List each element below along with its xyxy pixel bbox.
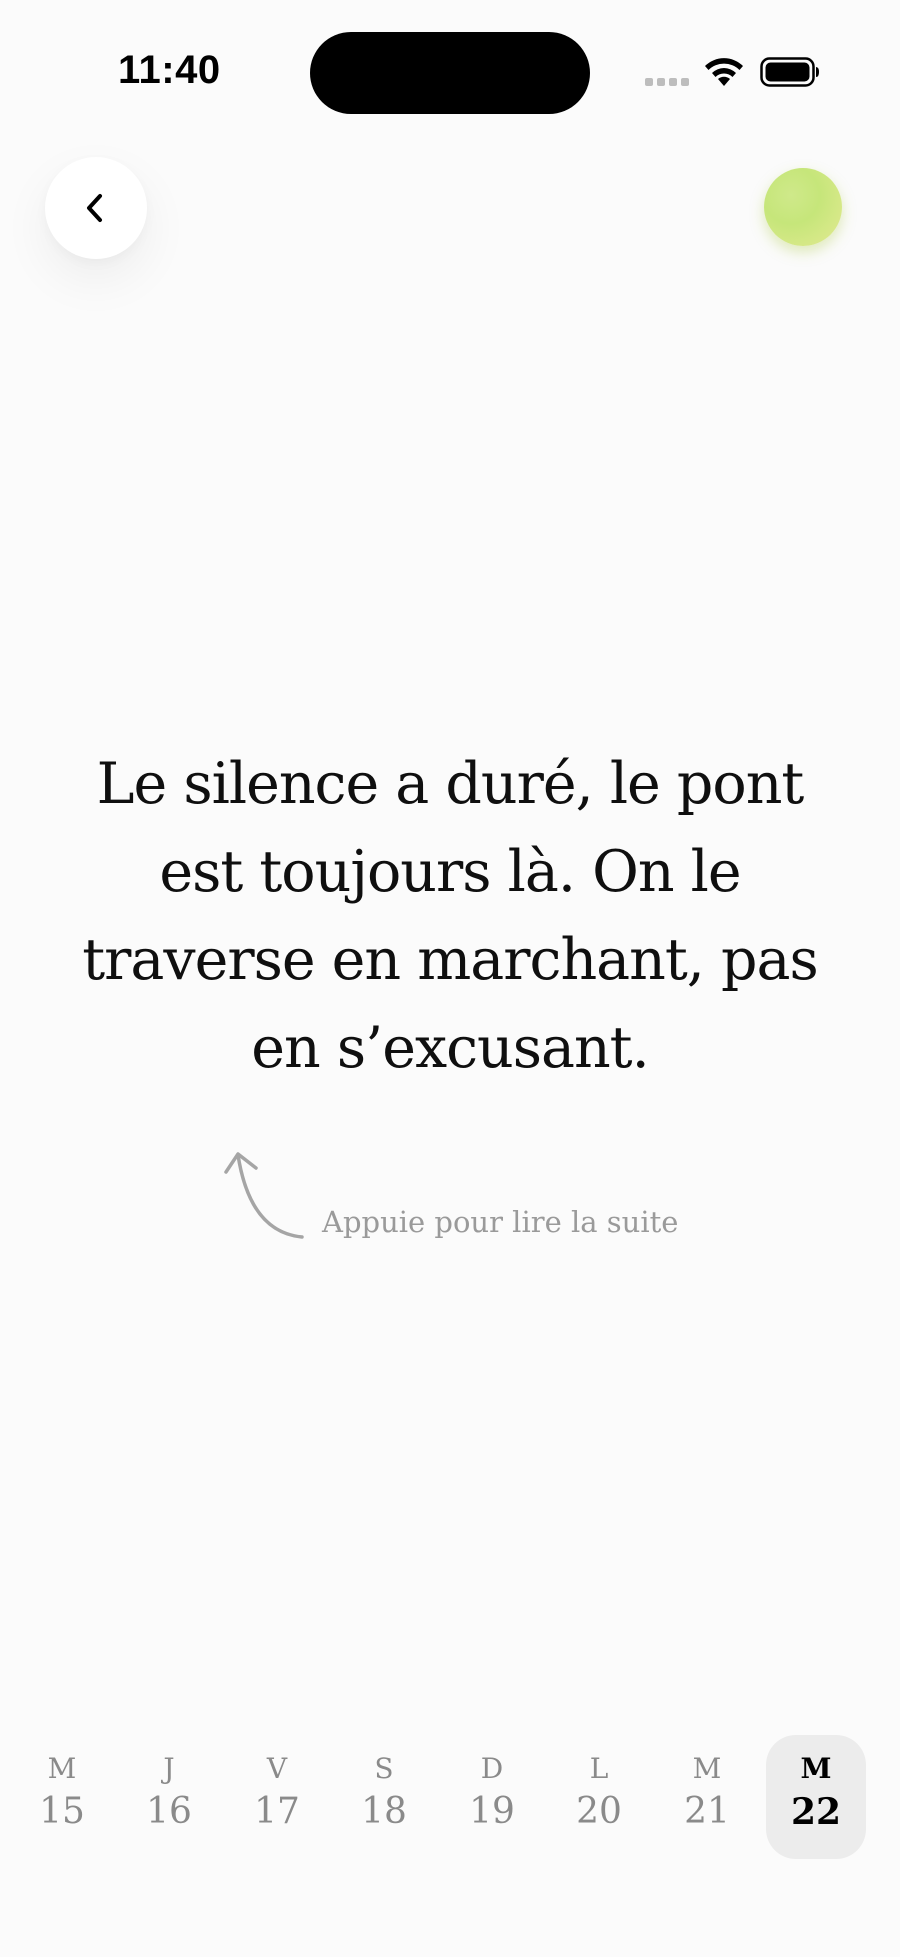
dynamic-island (310, 32, 590, 114)
cellular-signal-icon (645, 78, 689, 86)
daily-quote[interactable]: Le silence a duré, le pont est toujours … (80, 740, 820, 1092)
status-time: 11:40 (118, 48, 221, 92)
battery-icon (760, 57, 819, 87)
day-item[interactable]: S 18 (334, 1735, 434, 1859)
day-letter: D (480, 1752, 504, 1785)
day-letter: M (47, 1752, 77, 1785)
day-letter: L (589, 1752, 609, 1785)
day-letter: M (800, 1752, 832, 1785)
day-item[interactable]: D 19 (442, 1735, 542, 1859)
day-item-selected[interactable]: M 22 (766, 1735, 866, 1859)
day-number: 21 (684, 1791, 730, 1832)
day-item[interactable]: M 21 (657, 1735, 757, 1859)
day-item[interactable]: M 15 (12, 1735, 112, 1859)
day-number: 20 (576, 1791, 622, 1832)
day-letter: V (266, 1752, 288, 1785)
day-number: 22 (790, 1791, 842, 1833)
day-number: 19 (469, 1791, 515, 1832)
day-item[interactable]: L 20 (549, 1735, 649, 1859)
day-number: 18 (361, 1791, 407, 1832)
day-number: 17 (254, 1791, 300, 1832)
read-more-hint: Appuie pour lire la suite (322, 1205, 679, 1239)
day-selector: M 15 J 16 V 17 S 18 D 19 L 20 M 21 M 22 (8, 1735, 892, 1859)
day-letter: S (374, 1752, 394, 1785)
day-letter: J (163, 1752, 175, 1785)
curved-arrow-up-icon (224, 1152, 304, 1239)
day-letter: M (692, 1752, 722, 1785)
day-number: 16 (146, 1791, 192, 1832)
chevron-left-icon (87, 194, 102, 222)
day-number: 15 (39, 1791, 85, 1832)
day-item[interactable]: V 17 (227, 1735, 327, 1859)
avatar[interactable] (764, 168, 842, 246)
wifi-icon (705, 58, 743, 86)
back-button[interactable] (45, 157, 147, 259)
day-item[interactable]: J 16 (119, 1735, 219, 1859)
